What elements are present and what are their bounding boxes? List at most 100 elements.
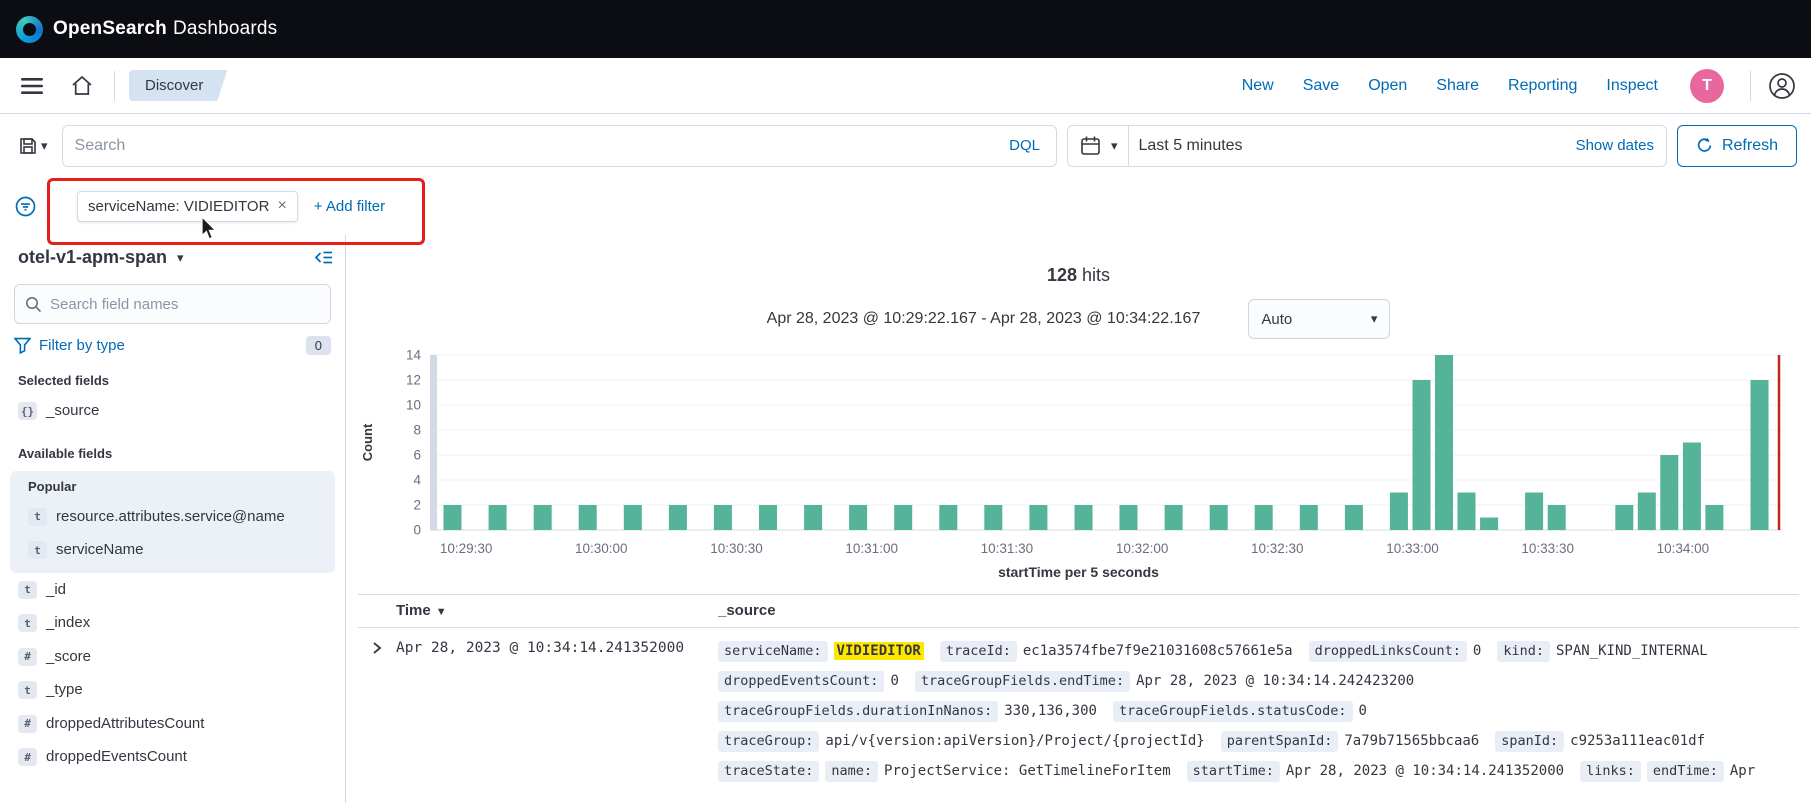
svg-text:Count: Count xyxy=(360,423,375,461)
refresh-button[interactable]: Refresh xyxy=(1677,125,1797,167)
brand-name: OpenSearch xyxy=(53,18,167,39)
refresh-label: Refresh xyxy=(1722,137,1778,155)
field-name-label: droppedAttributesCount xyxy=(46,714,204,734)
selected-fields-list: {}_source xyxy=(0,394,345,428)
svg-text:10:34:00: 10:34:00 xyxy=(1657,541,1710,556)
field-item[interactable]: tresource.attributes.service@name xyxy=(10,500,335,534)
source-line: traceGroup:api/v{version:apiVersion}/Pro… xyxy=(718,726,1799,756)
svg-text:10:30:00: 10:30:00 xyxy=(575,541,628,556)
discover-main: 128 hits Apr 28, 2023 @ 10:29:22.167 - A… xyxy=(346,235,1811,803)
home-button[interactable] xyxy=(64,68,100,104)
field-key-badge: droppedLinksCount: xyxy=(1309,641,1467,662)
field-item[interactable]: # droppedAttributesCount xyxy=(0,707,345,741)
refresh-icon xyxy=(1696,137,1713,154)
search-input[interactable] xyxy=(75,137,998,155)
field-value: 0 xyxy=(890,673,898,689)
source-line: traceState:name:ProjectService: GetTimel… xyxy=(718,756,1799,786)
field-item[interactable]: # droppedEventsCount xyxy=(0,740,345,774)
field-value: Apr 28, 2023 @ 10:34:14.242423200 xyxy=(1136,673,1414,689)
app-header: OpenSearch Dashboards xyxy=(0,0,1811,58)
svg-text:14: 14 xyxy=(406,348,422,363)
hits-summary: 128 hits xyxy=(358,265,1799,286)
opensearch-logo-icon xyxy=(16,16,43,43)
field-item[interactable]: t_index xyxy=(0,606,345,640)
field-search-box xyxy=(14,284,331,324)
source-column-header: _source xyxy=(718,602,776,619)
collapse-sidebar-button[interactable] xyxy=(314,249,333,266)
svg-text:10:29:30: 10:29:30 xyxy=(440,541,493,556)
opensearch-logo-hole xyxy=(23,23,36,36)
collapse-icon xyxy=(314,249,333,266)
saved-query-button[interactable]: ▾ xyxy=(14,136,52,156)
nav-link-reporting[interactable]: Reporting xyxy=(1508,77,1577,95)
field-search-input[interactable] xyxy=(50,296,320,313)
index-pattern-selector[interactable]: otel-v1-apm-span ▾ xyxy=(18,247,184,268)
field-item[interactable]: t _type xyxy=(0,673,345,707)
field-key-badge: traceGroupFields.statusCode: xyxy=(1113,701,1353,722)
field-name-label: droppedEventsCount xyxy=(46,747,187,767)
svg-text:4: 4 xyxy=(413,473,421,488)
field-key-badge: traceGroupFields.endTime: xyxy=(915,671,1130,692)
chevron-down-icon[interactable]: ▾ xyxy=(1111,138,1118,154)
query-language-button[interactable]: DQL xyxy=(1005,137,1044,154)
interval-select[interactable]: Auto ▾ xyxy=(1248,299,1390,339)
field-type-icon: t xyxy=(18,681,37,699)
popular-fields-list: tresource.attributes.service@nametservic… xyxy=(10,500,335,567)
brand-suffix: Dashboards xyxy=(173,18,277,39)
field-type-icon: # xyxy=(18,648,37,666)
filter-pill-label: serviceName: VIDIEDITOR xyxy=(88,198,269,215)
account-button[interactable] xyxy=(1767,71,1797,101)
field-item[interactable]: t_id xyxy=(0,573,345,607)
row-timestamp: Apr 28, 2023 @ 10:34:14.241352000 xyxy=(396,636,718,656)
chart-x-axis-title: startTime per 5 seconds xyxy=(358,564,1799,580)
field-item[interactable]: #_score xyxy=(0,640,345,674)
nav-link-open[interactable]: Open xyxy=(1368,77,1407,95)
chart-time-range: Apr 28, 2023 @ 10:29:22.167 - Apr 28, 20… xyxy=(767,310,1201,328)
show-dates-button[interactable]: Show dates xyxy=(1576,137,1654,154)
chevron-down-icon: ▾ xyxy=(41,138,48,154)
time-range-value[interactable]: Last 5 minutes xyxy=(1139,137,1243,155)
field-type-icon: # xyxy=(18,748,37,766)
nav-link-save[interactable]: Save xyxy=(1303,77,1339,95)
account-icon xyxy=(1767,71,1797,101)
field-name-label: _source xyxy=(46,401,99,421)
popular-heading: Popular xyxy=(28,479,317,494)
field-key-badge: startTime: xyxy=(1187,761,1280,782)
field-name-label: resource.attributes.service@name xyxy=(56,507,285,527)
nav-link-share[interactable]: Share xyxy=(1436,77,1479,95)
chevron-right-icon xyxy=(371,641,383,655)
nav-link-new[interactable]: New xyxy=(1242,77,1274,95)
sort-descending-icon[interactable]: ▼ xyxy=(436,606,447,618)
field-type-icon: t xyxy=(18,614,37,632)
field-value: c9253a111eac01df xyxy=(1570,733,1705,749)
time-column-header[interactable]: Time xyxy=(396,602,431,619)
calendar-icon[interactable] xyxy=(1080,135,1101,156)
histogram-chart[interactable]: 0246810121410:29:3010:30:0010:30:3010:31… xyxy=(358,345,1799,560)
nav-link-inspect[interactable]: Inspect xyxy=(1606,77,1658,95)
filter-icon[interactable] xyxy=(14,195,37,218)
table-row: Apr 28, 2023 @ 10:34:14.241352000 servic… xyxy=(358,628,1799,803)
field-name-label: _type xyxy=(46,680,83,700)
svg-text:10:30:30: 10:30:30 xyxy=(710,541,763,556)
field-value: 330,136,300 xyxy=(1004,703,1097,719)
doc-source-cell: serviceName:VIDIEDITORtraceId:ec1a3574fb… xyxy=(718,636,1799,786)
svg-text:10:31:00: 10:31:00 xyxy=(845,541,898,556)
add-filter-button[interactable]: + Add filter xyxy=(314,198,385,215)
breadcrumb-discover[interactable]: Discover xyxy=(129,70,227,101)
field-key-badge: droppedEventsCount: xyxy=(718,671,884,692)
field-item[interactable]: tserviceName xyxy=(10,533,335,567)
field-value: 7a79b71565bbcaa6 xyxy=(1344,733,1479,749)
user-avatar[interactable]: T xyxy=(1690,69,1724,103)
expand-row-button[interactable] xyxy=(371,641,383,655)
filter-pill[interactable]: serviceName: VIDIEDITOR × xyxy=(77,191,298,222)
source-line: traceGroupFields.durationInNanos:330,136… xyxy=(718,696,1799,726)
field-item[interactable]: {}_source xyxy=(0,394,345,428)
field-type-icon: # xyxy=(18,715,37,733)
menu-button[interactable] xyxy=(14,68,50,104)
fields-sidebar: otel-v1-apm-span ▾ Filter by type 0 Sele… xyxy=(0,235,346,803)
field-value: ec1a3574fbe7f9e21031608c57661e5a xyxy=(1023,643,1293,659)
filter-by-type[interactable]: Filter by type 0 xyxy=(14,336,331,355)
toolbar: Discover New Save Open Share Reporting Inspec… xyxy=(0,58,1811,114)
svg-text:10:32:30: 10:32:30 xyxy=(1251,541,1304,556)
remove-filter-icon[interactable]: × xyxy=(277,198,286,214)
